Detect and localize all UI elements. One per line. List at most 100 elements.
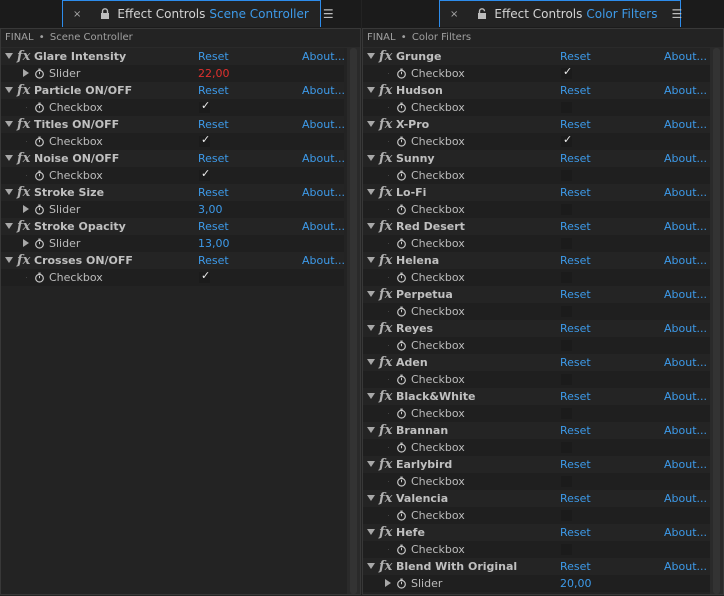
checkbox[interactable]	[561, 442, 572, 453]
expand-triangle-icon[interactable]	[5, 87, 13, 93]
about-link[interactable]: About...	[302, 184, 345, 201]
stopwatch-icon[interactable]	[34, 204, 45, 215]
effect-row-grunge[interactable]: fx Grunge Reset About...	[363, 48, 711, 65]
fx-icon[interactable]: fx	[379, 286, 392, 303]
hamburger-menu-icon[interactable]: ☰	[672, 7, 683, 21]
effect-row-reyes[interactable]: fx Reyes Reset About...	[363, 320, 711, 337]
effect-row-particle-on-off[interactable]: fx Particle ON/OFF Reset About...	[1, 82, 345, 99]
stopwatch-icon[interactable]	[396, 510, 407, 521]
stopwatch-icon[interactable]	[396, 68, 407, 79]
reset-link[interactable]: Reset	[198, 252, 229, 269]
about-link[interactable]: About...	[664, 218, 707, 235]
checkbox[interactable]	[561, 544, 572, 555]
effect-row-glare-intensity[interactable]: fx Glare Intensity Reset About...	[1, 48, 345, 65]
about-link[interactable]: About...	[302, 82, 345, 99]
checkbox[interactable]	[561, 374, 572, 385]
effect-row-valencia[interactable]: fx Valencia Reset About...	[363, 490, 711, 507]
checkbox[interactable]	[561, 510, 572, 521]
reset-link[interactable]: Reset	[560, 218, 591, 235]
effect-row-stroke-size[interactable]: fx Stroke Size Reset About...	[1, 184, 345, 201]
expand-triangle-icon[interactable]	[5, 257, 13, 263]
effect-row-titles-on-off[interactable]: fx Titles ON/OFF Reset About...	[1, 116, 345, 133]
effect-row-brannan[interactable]: fx Brannan Reset About...	[363, 422, 711, 439]
checkbox[interactable]: ✓	[199, 167, 210, 181]
fx-icon[interactable]: fx	[379, 456, 392, 473]
expand-triangle-icon[interactable]	[367, 427, 375, 433]
expand-triangle-icon[interactable]	[5, 53, 13, 59]
stopwatch-icon[interactable]	[396, 306, 407, 317]
stopwatch-icon[interactable]	[396, 238, 407, 249]
checkbox[interactable]	[561, 340, 572, 351]
about-link[interactable]: About...	[664, 184, 707, 201]
stopwatch-icon[interactable]	[34, 238, 45, 249]
about-link[interactable]: About...	[664, 48, 707, 65]
stopwatch-icon[interactable]	[396, 204, 407, 215]
fx-icon[interactable]: fx	[379, 320, 392, 337]
slider-value[interactable]: 20,00	[560, 575, 592, 592]
effect-row-earlybird[interactable]: fx Earlybird Reset About...	[363, 456, 711, 473]
about-link[interactable]: About...	[664, 82, 707, 99]
lock-icon[interactable]	[100, 7, 110, 21]
checkbox[interactable]: ✓	[561, 65, 572, 79]
reset-link[interactable]: Reset	[198, 82, 229, 99]
about-link[interactable]: About...	[664, 456, 707, 473]
expand-triangle-icon[interactable]	[23, 205, 29, 213]
stopwatch-icon[interactable]	[34, 68, 45, 79]
about-link[interactable]: About...	[664, 116, 707, 133]
fx-icon[interactable]: fx	[17, 48, 30, 65]
stopwatch-icon[interactable]	[396, 340, 407, 351]
checkbox[interactable]: ✓	[199, 133, 210, 147]
reset-link[interactable]: Reset	[560, 422, 591, 439]
stopwatch-icon[interactable]	[396, 408, 407, 419]
expand-triangle-icon[interactable]	[367, 257, 375, 263]
scrollbar[interactable]	[710, 48, 723, 594]
expand-triangle-icon[interactable]	[367, 495, 375, 501]
checkbox[interactable]: ✓	[199, 269, 210, 283]
about-link[interactable]: About...	[664, 524, 707, 541]
effect-row-black-white[interactable]: fx Black&White Reset About...	[363, 388, 711, 405]
about-link[interactable]: About...	[302, 116, 345, 133]
effect-row-red-desert[interactable]: fx Red Desert Reset About...	[363, 218, 711, 235]
lock-icon[interactable]	[477, 7, 487, 21]
scrollbar-thumb[interactable]	[713, 48, 720, 594]
fx-icon[interactable]: fx	[379, 422, 392, 439]
slider-value[interactable]: 22,00	[198, 65, 230, 82]
about-link[interactable]: About...	[664, 388, 707, 405]
expand-triangle-icon[interactable]	[367, 563, 375, 569]
fx-icon[interactable]: fx	[379, 150, 392, 167]
stopwatch-icon[interactable]	[396, 544, 407, 555]
effect-row-perpetua[interactable]: fx Perpetua Reset About...	[363, 286, 711, 303]
stopwatch-icon[interactable]	[34, 170, 45, 181]
expand-triangle-icon[interactable]	[367, 53, 375, 59]
effect-row-crosses-on-off[interactable]: fx Crosses ON/OFF Reset About...	[1, 252, 345, 269]
fx-icon[interactable]: fx	[17, 218, 30, 235]
checkbox[interactable]	[561, 476, 572, 487]
expand-triangle-icon[interactable]	[5, 189, 13, 195]
fx-icon[interactable]: fx	[17, 184, 30, 201]
scrollbar-thumb[interactable]	[350, 48, 357, 594]
effect-row-blend-with-original[interactable]: fx Blend With Original Reset About...	[363, 558, 711, 575]
fx-icon[interactable]: fx	[379, 252, 392, 269]
fx-icon[interactable]: fx	[379, 558, 392, 575]
expand-triangle-icon[interactable]	[367, 155, 375, 161]
reset-link[interactable]: Reset	[560, 48, 591, 65]
stopwatch-icon[interactable]	[34, 136, 45, 147]
expand-triangle-icon[interactable]	[367, 359, 375, 365]
stopwatch-icon[interactable]	[396, 442, 407, 453]
reset-link[interactable]: Reset	[198, 116, 229, 133]
tab-effect-controls-color-filters[interactable]: × Effect Controls Color Filters ☰	[439, 0, 683, 27]
expand-triangle-icon[interactable]	[367, 121, 375, 127]
about-link[interactable]: About...	[302, 48, 345, 65]
reset-link[interactable]: Reset	[198, 184, 229, 201]
expand-triangle-icon[interactable]	[5, 155, 13, 161]
expand-triangle-icon[interactable]	[367, 87, 375, 93]
checkbox[interactable]	[561, 170, 572, 181]
about-link[interactable]: About...	[664, 354, 707, 371]
fx-icon[interactable]: fx	[17, 82, 30, 99]
fx-icon[interactable]: fx	[379, 524, 392, 541]
stopwatch-icon[interactable]	[396, 170, 407, 181]
reset-link[interactable]: Reset	[560, 388, 591, 405]
about-link[interactable]: About...	[664, 252, 707, 269]
expand-triangle-icon[interactable]	[367, 291, 375, 297]
stopwatch-icon[interactable]	[396, 476, 407, 487]
